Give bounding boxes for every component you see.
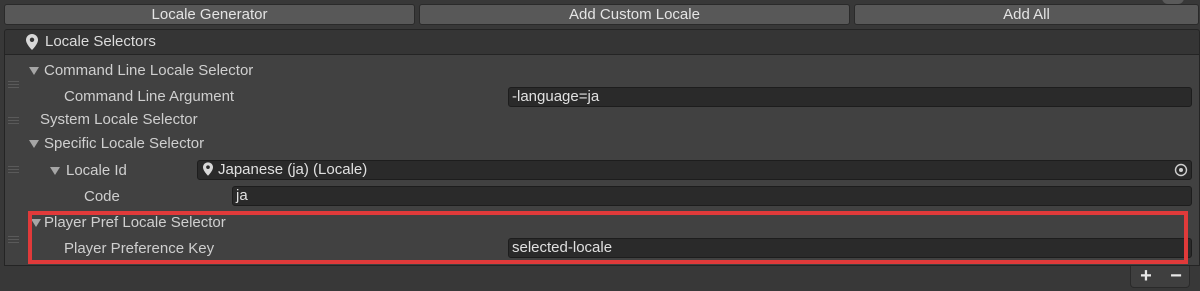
drag-handle-icon[interactable] <box>8 81 19 88</box>
add-custom-locale-button[interactable]: Add Custom Locale <box>419 4 850 25</box>
foldout-arrow-icon[interactable] <box>31 219 41 227</box>
foldout-arrow-icon[interactable] <box>29 140 39 148</box>
object-picker-icon[interactable] <box>1173 162 1189 178</box>
player-preference-key-label: Player Preference Key <box>64 240 215 257</box>
locale-id-label: Locale Id <box>66 162 127 179</box>
add-all-button[interactable]: Add All <box>854 4 1199 25</box>
foldout-arrow-icon[interactable] <box>29 67 39 75</box>
location-pin-icon <box>26 34 38 50</box>
locale-generator-button[interactable]: Locale Generator <box>4 4 415 25</box>
specific-selector-title[interactable]: Specific Locale Selector <box>44 135 204 152</box>
remove-item-button[interactable]: − <box>1163 266 1189 286</box>
player-pref-selector-title[interactable]: Player Pref Locale Selector <box>44 214 226 231</box>
locale-id-foldout-arrow-icon[interactable] <box>50 167 60 175</box>
drag-handle-icon[interactable] <box>8 236 19 243</box>
location-pin-icon <box>203 162 213 176</box>
drag-handle-icon[interactable] <box>8 117 19 124</box>
command-line-selector-title[interactable]: Command Line Locale Selector <box>44 62 253 79</box>
toolbar: Locale Generator Add Custom Locale Add A… <box>0 0 1200 28</box>
locale-id-value: Japanese (ja) (Locale) <box>218 161 368 178</box>
code-label: Code <box>84 188 120 205</box>
code-field[interactable]: ja <box>232 186 1192 206</box>
player-preference-key-field[interactable]: selected-locale <box>508 238 1192 258</box>
header-title: Locale Selectors <box>45 33 156 50</box>
add-item-button[interactable]: + <box>1133 266 1159 286</box>
list-add-remove-controls: + − <box>1130 266 1190 288</box>
command-line-argument-field[interactable]: -language=ja <box>508 87 1192 107</box>
locale-selectors-header: Locale Selectors <box>4 29 1200 55</box>
drag-handle-icon[interactable] <box>8 166 19 173</box>
system-selector-title: System Locale Selector <box>40 111 198 128</box>
locale-id-object-field[interactable]: Japanese (ja) (Locale) <box>197 160 1192 180</box>
command-line-argument-label: Command Line Argument <box>64 88 235 105</box>
